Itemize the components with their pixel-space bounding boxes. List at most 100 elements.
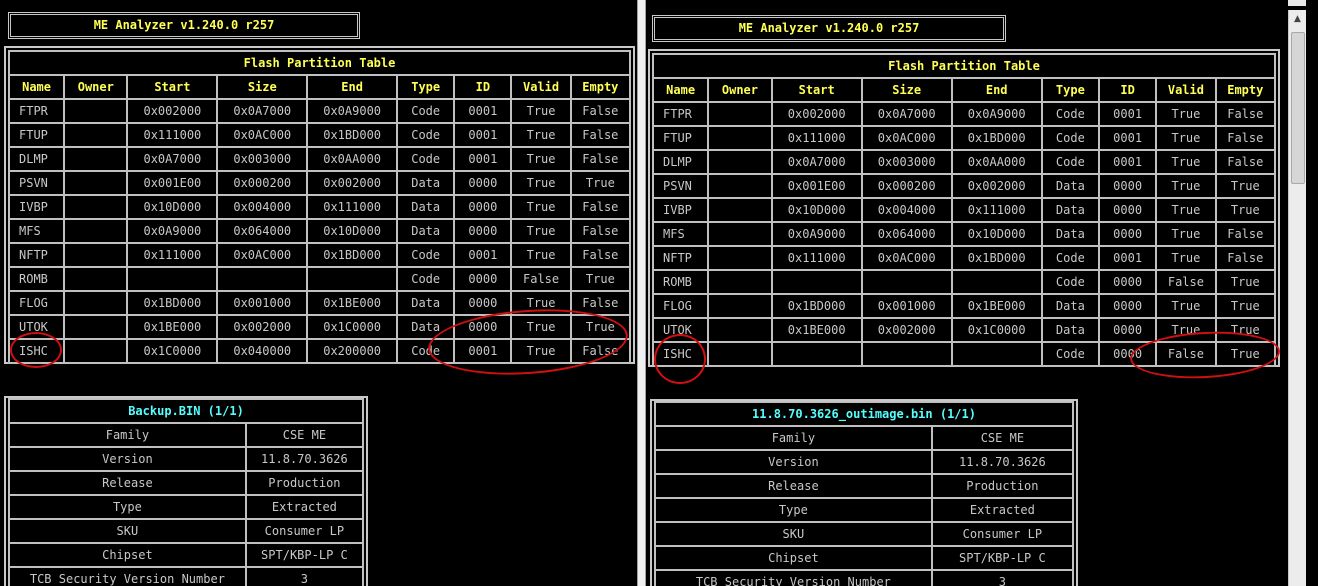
cell-type: Data — [1040, 317, 1100, 343]
cell-id: 0000 — [1097, 293, 1158, 319]
cell-name: DLMP — [651, 149, 710, 175]
cell-end: 0x1C0000 — [950, 317, 1043, 343]
info-value: Consumer LP — [244, 518, 365, 544]
window-edge — [1306, 0, 1318, 586]
column-header-owner: Owner — [707, 77, 773, 103]
file-info-table: 11.8.70.3626_outimage.bin (1/1) Family CSE… — [654, 401, 1075, 586]
cell-size: 0x064000 — [860, 221, 953, 247]
cell-size: 0x002000 — [860, 317, 953, 343]
cell-type: Data — [1040, 293, 1100, 319]
cell-name: NFTP — [7, 242, 66, 268]
column-header-type: Type — [396, 74, 456, 100]
info-value: CSE ME — [930, 425, 1075, 451]
cell-empty: True — [1214, 173, 1277, 199]
cell-name: DLMP — [7, 146, 66, 172]
annotation-circle-ishc-right — [654, 334, 706, 384]
cell-end: 0x0AA000 — [950, 149, 1043, 175]
info-row: Chipset SPT/KBP-LP C — [8, 542, 365, 568]
table-row: PSVN 0x001E00 0x000200 0x002000 Data 0000 True… — [651, 173, 1277, 199]
info-label: Version — [654, 449, 933, 475]
cell-end: 0x111000 — [950, 197, 1043, 223]
flash-partition-table: Flash Partition Table Name Owner Start Size E… — [651, 53, 1277, 367]
cell-start: 0x111000 — [770, 245, 863, 271]
cell-size — [860, 341, 953, 367]
cell-start: 0x001E00 — [770, 173, 863, 199]
scrollbar-thumb[interactable] — [1291, 32, 1305, 184]
cell-name: ROMB — [7, 266, 66, 292]
cell-size: 0x0AC000 — [860, 245, 953, 271]
cell-start: 0x1BD000 — [126, 290, 219, 316]
column-header-name: Name — [7, 74, 66, 100]
cell-start — [770, 341, 863, 367]
cell-id: 0001 — [1097, 149, 1158, 175]
cell-end: 0x10D000 — [950, 221, 1043, 247]
info-label: Chipset — [8, 542, 247, 568]
left-console-pane: ME Analyzer v1.240.0 r257 Flash Partitio… — [0, 0, 637, 586]
cell-valid: True — [1155, 221, 1217, 247]
cell-type: Data — [396, 290, 456, 316]
cell-end — [950, 269, 1043, 295]
cell-id: 0001 — [1097, 101, 1158, 127]
cell-type: Code — [396, 146, 456, 172]
cell-size: 0x003000 — [216, 146, 309, 172]
cell-end: 0x002000 — [950, 173, 1043, 199]
column-header-valid: Valid — [510, 74, 572, 100]
cell-name: ROMB — [651, 269, 710, 295]
info-value: SPT/KBP-LP C — [930, 545, 1075, 571]
cell-owner — [63, 122, 129, 148]
cell-owner — [707, 149, 773, 175]
info-value: Consumer LP — [930, 521, 1075, 547]
table-header-row: Name Owner Start Size End Type ID Valid Empty — [651, 77, 1277, 103]
cell-size: 0x0AC000 — [216, 122, 309, 148]
info-row: SKU Consumer LP — [654, 521, 1075, 547]
cell-type: Code — [1040, 125, 1100, 151]
cell-id: 0000 — [1097, 221, 1158, 247]
table-row: ROMB Code 0000 False True — [7, 266, 632, 292]
cell-valid: True — [510, 122, 572, 148]
app-title-box: ME Analyzer v1.240.0 r257 — [8, 12, 360, 39]
cell-size: 0x003000 — [860, 149, 953, 175]
vertical-scrollbar[interactable]: ▲ — [1288, 10, 1306, 586]
cell-start: 0x0A9000 — [770, 221, 863, 247]
info-value: Production — [930, 473, 1075, 499]
scroll-up-arrow-icon[interactable]: ▲ — [1289, 10, 1306, 28]
cell-valid: True — [510, 146, 572, 172]
cell-start: 0x10D000 — [770, 197, 863, 223]
cell-type: Code — [396, 98, 456, 124]
cell-type: Code — [396, 122, 456, 148]
table-row: MFS 0x0A9000 0x064000 0x10D000 Data 0000 True F… — [7, 218, 632, 244]
cell-size: 0x000200 — [860, 173, 953, 199]
cell-owner — [707, 317, 773, 343]
cell-owner — [63, 170, 129, 196]
cell-size — [216, 266, 309, 292]
cell-empty: False — [569, 98, 632, 124]
cell-owner — [63, 218, 129, 244]
cell-valid: True — [1155, 125, 1217, 151]
cell-size — [860, 269, 953, 295]
info-row: Version 11.8.70.3626 — [654, 449, 1075, 475]
cell-start: 0x0A9000 — [126, 218, 219, 244]
cell-name: NFTP — [651, 245, 710, 271]
partition-table-body: Flash Partition Table Name Owner Start Size E… — [651, 53, 1277, 367]
info-row: Family CSE ME — [654, 425, 1075, 451]
cell-name: MFS — [651, 221, 710, 247]
cell-owner — [707, 101, 773, 127]
cell-end: 0x1BD000 — [306, 122, 399, 148]
info-label: Type — [654, 497, 933, 523]
cell-owner — [707, 221, 773, 247]
cell-empty: True — [569, 170, 632, 196]
table-row: MFS 0x0A9000 0x064000 0x10D000 Data 0000 True F… — [651, 221, 1277, 247]
cell-valid: True — [1155, 197, 1217, 223]
cell-name: IVBP — [7, 194, 66, 220]
cell-owner — [63, 338, 129, 364]
cell-size: 0x0A7000 — [860, 101, 953, 127]
table-row: IVBP 0x10D000 0x004000 0x111000 Data 0000 True… — [7, 194, 632, 220]
cell-owner — [63, 314, 129, 340]
cell-valid: True — [510, 194, 572, 220]
cell-type: Code — [396, 266, 456, 292]
cell-valid: True — [1155, 173, 1217, 199]
cell-end — [306, 266, 399, 292]
column-header-empty: Empty — [1214, 77, 1277, 103]
column-header-end: End — [950, 77, 1043, 103]
cell-name: IVBP — [651, 197, 710, 223]
